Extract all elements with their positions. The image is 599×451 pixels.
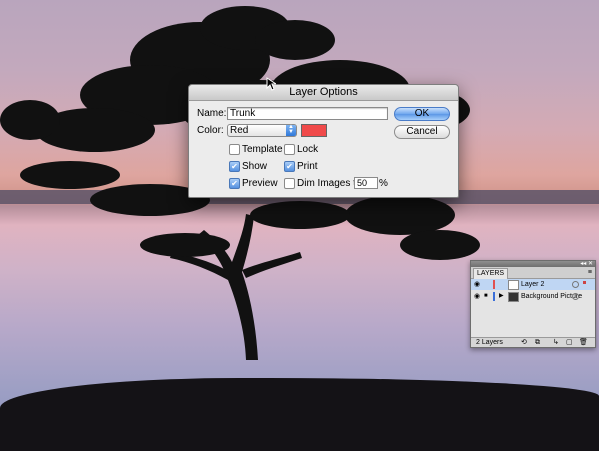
layer-count: 2 Layers xyxy=(476,339,503,346)
checkmark-icon: ✔ xyxy=(231,179,238,188)
trash-icon[interactable]: 🗑 xyxy=(579,338,588,347)
preview-label: Preview xyxy=(242,178,278,189)
mouse-cursor-icon xyxy=(266,77,276,91)
panel-menu-icon[interactable]: ≡ xyxy=(588,268,592,277)
color-select[interactable]: Red ▲ ▼ xyxy=(227,124,297,137)
color-label: Color: xyxy=(197,125,224,136)
selection-marker-icon xyxy=(583,281,586,284)
layer-thumbnail xyxy=(508,292,519,302)
layer-name[interactable]: Layer 2 xyxy=(521,279,544,290)
color-select-value: Red xyxy=(230,125,249,136)
new-sublayer-icon[interactable]: ↳ xyxy=(553,338,559,347)
visibility-eye-icon[interactable]: ◉ xyxy=(474,292,480,301)
show-label: Show xyxy=(242,161,268,172)
select-arrows-icon: ▲ ▼ xyxy=(286,124,296,136)
dim-percent-field[interactable]: 50 xyxy=(354,177,378,189)
checkmark-icon: ✔ xyxy=(231,162,238,171)
artwork-canvas xyxy=(0,0,599,451)
layer-color-bar xyxy=(493,280,495,289)
template-label: Template xyxy=(242,144,283,155)
tab-layers[interactable]: LAYERS xyxy=(473,268,509,279)
new-layer-icon[interactable]: ▢ xyxy=(566,338,573,347)
target-circle-icon[interactable] xyxy=(572,293,579,300)
print-checkbox[interactable]: ✔ xyxy=(284,161,295,172)
dialog-title[interactable]: Layer Options xyxy=(189,85,458,101)
expand-triangle-icon[interactable]: ▶ xyxy=(499,292,504,301)
show-checkbox[interactable]: ✔ xyxy=(229,161,240,172)
color-swatch[interactable] xyxy=(301,124,327,137)
dim-images-checkbox[interactable] xyxy=(284,178,295,189)
cancel-button[interactable]: Cancel xyxy=(394,125,450,139)
layer-row-background-picture[interactable]: ◉ ■ ▶ Background Picture xyxy=(471,291,595,302)
layer-color-bar xyxy=(493,292,495,301)
layer-thumbnail xyxy=(508,280,519,290)
lock-checkbox[interactable] xyxy=(284,144,295,155)
layer-row-layer-2[interactable]: ◉ Layer 2 xyxy=(471,279,595,290)
target-circle-icon[interactable] xyxy=(572,281,579,288)
checkmark-icon: ✔ xyxy=(286,162,293,171)
locate-object-icon[interactable]: ⟲ xyxy=(521,338,527,347)
percent-unit: % xyxy=(379,178,388,189)
panel-footer: 2 Layers ⟲ ⧉ ↳ ▢ 🗑 xyxy=(471,337,595,347)
name-label: Name: xyxy=(197,108,227,119)
layer-options-dialog: Layer Options Name: Trunk Color: Red ▲ ▼ … xyxy=(188,84,459,198)
shoreline xyxy=(0,378,599,451)
visibility-eye-icon[interactable]: ◉ xyxy=(474,280,480,289)
lock-icon[interactable]: ■ xyxy=(484,292,488,301)
print-label: Print xyxy=(297,161,318,172)
make-clipping-mask-icon[interactable]: ⧉ xyxy=(535,338,540,347)
preview-checkbox[interactable]: ✔ xyxy=(229,178,240,189)
name-field[interactable]: Trunk xyxy=(227,107,388,120)
lock-label: Lock xyxy=(297,144,319,155)
ok-button[interactable]: OK xyxy=(394,107,450,121)
template-checkbox[interactable] xyxy=(229,144,240,155)
layers-panel: ◂◂ ✕ LAYERS ≡ ◉ Layer 2 ◉ ■ ▶ Background… xyxy=(470,260,596,348)
